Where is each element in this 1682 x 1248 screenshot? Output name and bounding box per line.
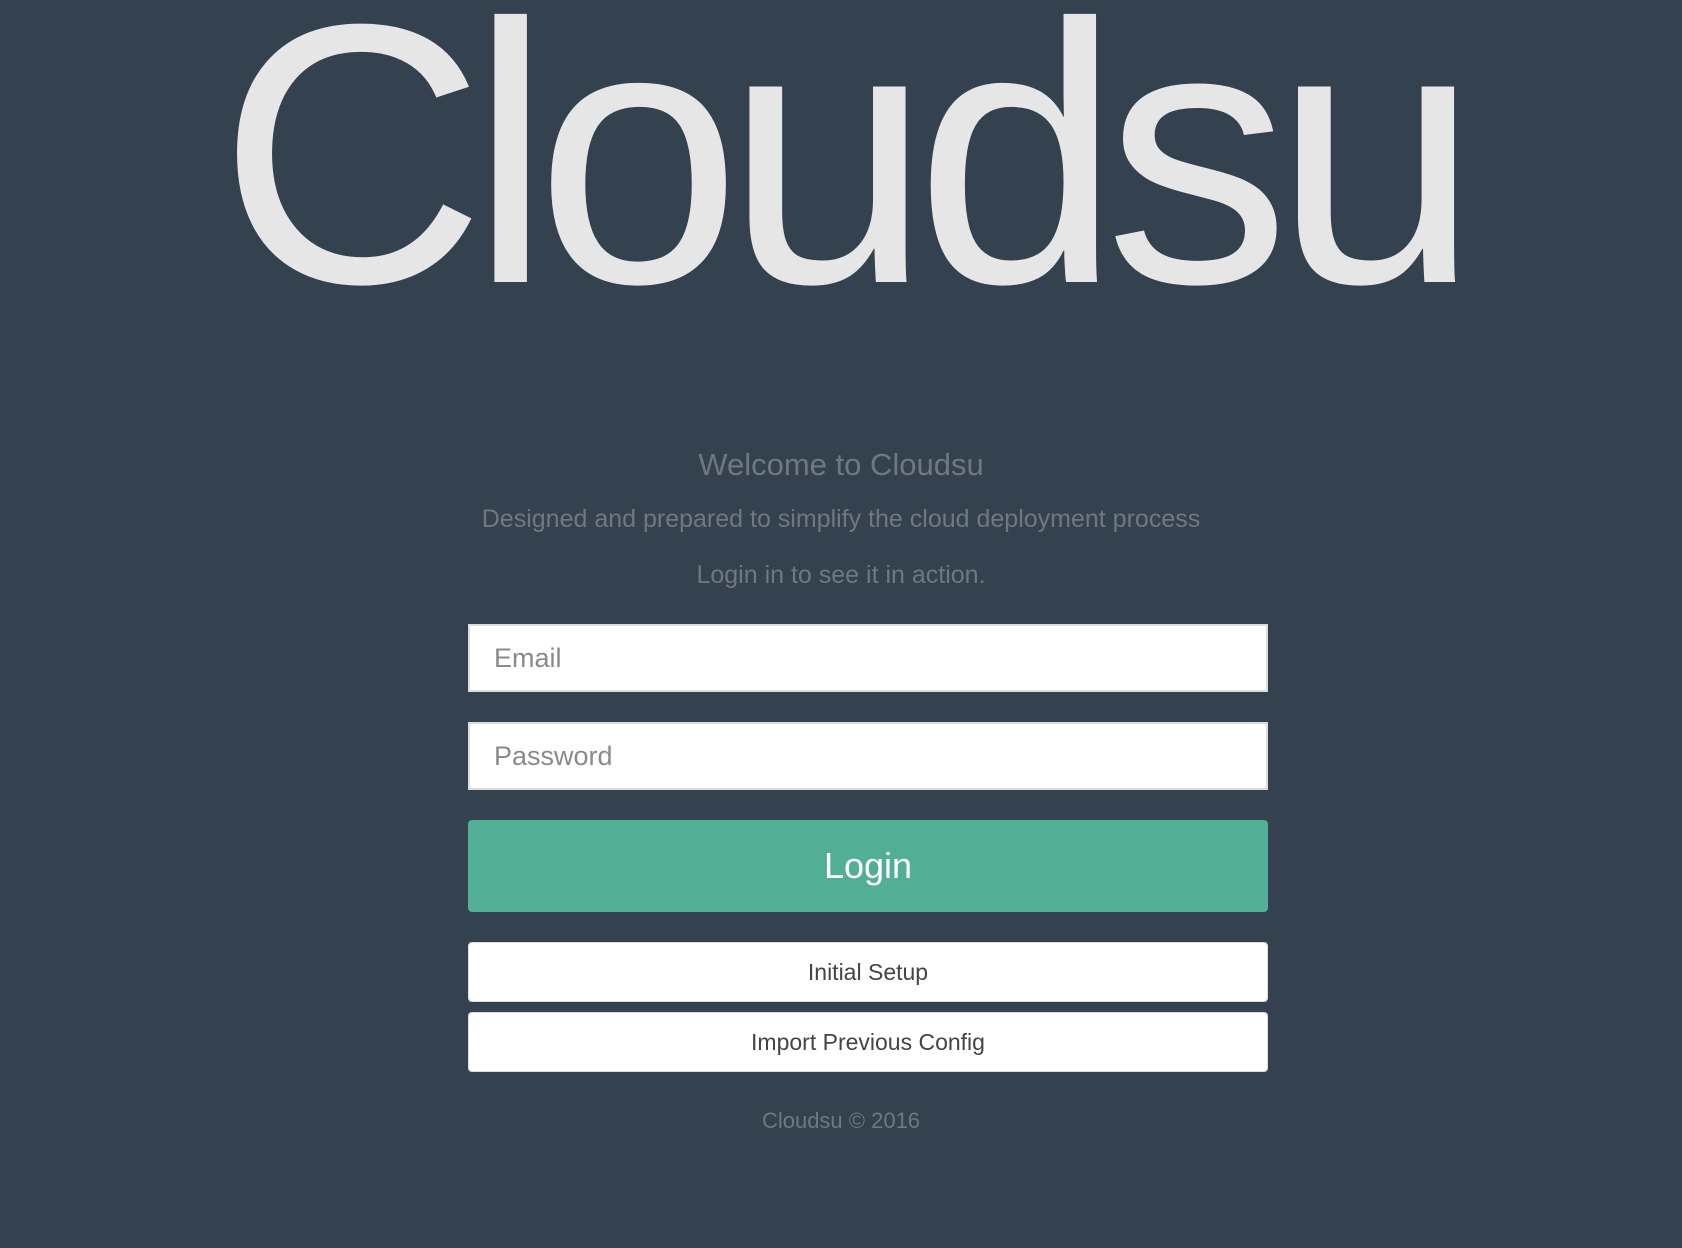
initial-setup-button[interactable]: Initial Setup [468,942,1268,1002]
footer-copyright: Cloudsu © 2016 [761,1108,921,1133]
import-previous-config-button[interactable]: Import Previous Config [468,1012,1268,1072]
app-logo: Cloudsu [218,0,1480,361]
password-input[interactable] [468,722,1268,790]
login-button[interactable]: Login [468,820,1268,912]
login-hint-text: Login in to see it in action. [696,561,986,589]
welcome-heading: Welcome to Cloudsu [698,447,984,482]
tagline-text: Designed and prepared to simplify the cl… [481,505,1201,533]
email-input[interactable] [468,624,1268,692]
